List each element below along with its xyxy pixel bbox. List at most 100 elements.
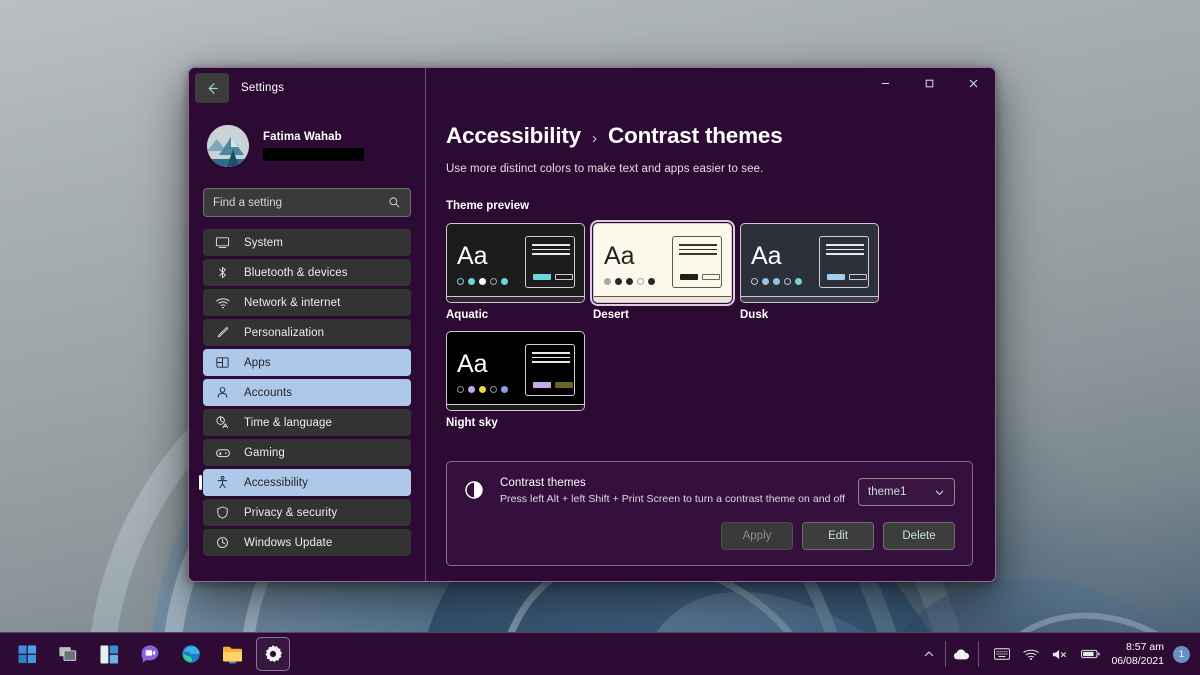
sidebar-item-label: Personalization [244,326,325,339]
theme-card-mini-buttons [680,274,720,280]
shield-icon [214,504,231,521]
theme-card-desert[interactable]: Aa [590,220,735,306]
window-controls [426,68,995,108]
theme-name-label: Desert [593,309,629,321]
search-icon [389,197,400,208]
contrast-card-actions: Apply Edit Delete [721,522,955,550]
search-input[interactable] [213,196,388,209]
sidebar-item-privacy-security[interactable]: Privacy & security [203,499,411,526]
sidebar-item-personalization[interactable]: Personalization [203,319,411,346]
close-button[interactable] [951,68,995,99]
taskbar-file-explorer-button[interactable] [215,637,249,671]
theme-card-text-line [826,244,864,246]
taskbar-settings-button[interactable] [256,637,290,671]
taskbar: 8:57 am 06/08/2021 1 [0,632,1200,675]
taskbar-widgets-button[interactable] [92,637,126,671]
sidebar-item-gaming[interactable]: Gaming [203,439,411,466]
breadcrumb: Accessibility › Contrast themes [446,123,969,149]
sidebar-item-system[interactable]: System [203,229,411,256]
theme-card-mini-window [525,236,575,288]
theme-preview-grid: Aa Aquatic Aa Desert Aa Dusk Aa Night sky [446,220,887,439]
theme-card-text-lines [532,244,570,255]
sidebar-item-apps[interactable]: Apps [203,349,411,376]
theme-color-dot [490,278,497,285]
settings-gear-icon [265,645,283,663]
theme-select-dropdown[interactable]: theme1 [858,478,955,506]
sidebar-item-windows-update[interactable]: Windows Update [203,529,411,556]
chat-teams-icon [141,645,159,663]
theme-card-aquatic[interactable]: Aa [446,223,585,303]
monitor-icon [214,234,231,251]
theme-card-mini-button [533,382,551,388]
delete-button[interactable]: Delete [883,522,955,550]
settings-window: Settings Fatima Wahab Find a setting Sys… [188,67,996,582]
theme-card-night-sky[interactable]: Aa [446,331,585,411]
taskbar-edge-button[interactable] [174,637,208,671]
sidebar-item-label: Windows Update [244,536,333,549]
theme-color-dot [751,278,758,285]
taskbar-task-view-button[interactable] [51,637,85,671]
user-name: Fatima Wahab [263,130,342,143]
maximize-button[interactable] [907,68,951,99]
theme-color-dot [648,278,655,285]
tray-icon-group[interactable] [983,648,1111,661]
theme-card-mini-taskbar [594,296,731,302]
volume-muted-icon [1053,649,1067,659]
theme-card-mini-button [555,274,573,280]
contrast-half-circle-icon [464,480,484,500]
theme-color-dot [615,278,622,285]
theme-color-dot [795,278,802,285]
contrast-card-text: Contrast themes Press left Alt + left Sh… [500,477,858,505]
user-profile[interactable]: Fatima Wahab [189,108,425,172]
page-title: Contrast themes [607,123,783,148]
theme-color-dot [468,278,475,285]
tray-date: 06/08/2021 [1111,655,1164,667]
sidebar-item-time-language[interactable]: Time & language [203,409,411,436]
theme-color-dot [468,386,475,393]
sidebar-item-accounts[interactable]: Accounts [203,379,411,406]
theme-card-mini-button [849,274,867,280]
theme-color-dot [784,278,791,285]
theme-color-dot [490,386,497,393]
edit-button[interactable]: Edit [802,522,874,550]
theme-card-text-line [532,361,570,363]
tray-expand-button[interactable] [917,648,941,660]
theme-color-dot [773,278,780,285]
sidebar-item-label: Accounts [244,386,293,399]
sidebar-item-label: Apps [244,356,271,369]
taskbar-chat-button[interactable] [133,637,167,671]
notification-badge[interactable]: 1 [1173,645,1190,663]
avatar-mountain-image [207,124,249,167]
task-view-icon [59,647,77,661]
system-tray: 8:57 am 06/08/2021 1 [917,633,1200,675]
theme-card-text-line [532,248,570,250]
minimize-button[interactable] [863,68,907,99]
sidebar-item-accessibility[interactable]: Accessibility [199,469,411,496]
back-button[interactable] [195,73,229,103]
search-box[interactable] [203,188,411,217]
theme-card-text-lines [532,352,570,363]
sidebar-item-label: System [244,236,283,249]
tray-divider-2 [978,641,980,667]
theme-card-mini-window [525,344,575,396]
theme-card-mini-button [680,274,698,280]
tray-clock[interactable]: 8:57 am 06/08/2021 [1111,640,1173,668]
theme-cell-dusk: Aa Dusk [740,223,887,321]
close-icon [969,79,977,88]
theme-card-text-line [826,253,864,255]
onedrive-button[interactable] [950,648,974,661]
breadcrumb-parent[interactable]: Accessibility [446,123,581,149]
sidebar-item-bluetooth-devices[interactable]: Bluetooth & devices [203,259,411,286]
theme-name-label: Aquatic [446,309,489,321]
sidebar: Settings Fatima Wahab Find a setting Sys… [189,68,426,581]
sidebar-item-network-internet[interactable]: Network & internet [203,289,411,316]
theme-card-mini-buttons [533,382,573,388]
theme-card-mini-buttons [827,274,867,280]
theme-card-dusk[interactable]: Aa [740,223,879,303]
tray-divider [945,641,947,667]
taskbar-start-button[interactable] [10,637,44,671]
theme-card-text-line [532,253,570,255]
theme-card-text-line [532,356,570,358]
user-meta: Fatima Wahab [263,131,364,161]
theme-card-mini-button [555,382,573,388]
